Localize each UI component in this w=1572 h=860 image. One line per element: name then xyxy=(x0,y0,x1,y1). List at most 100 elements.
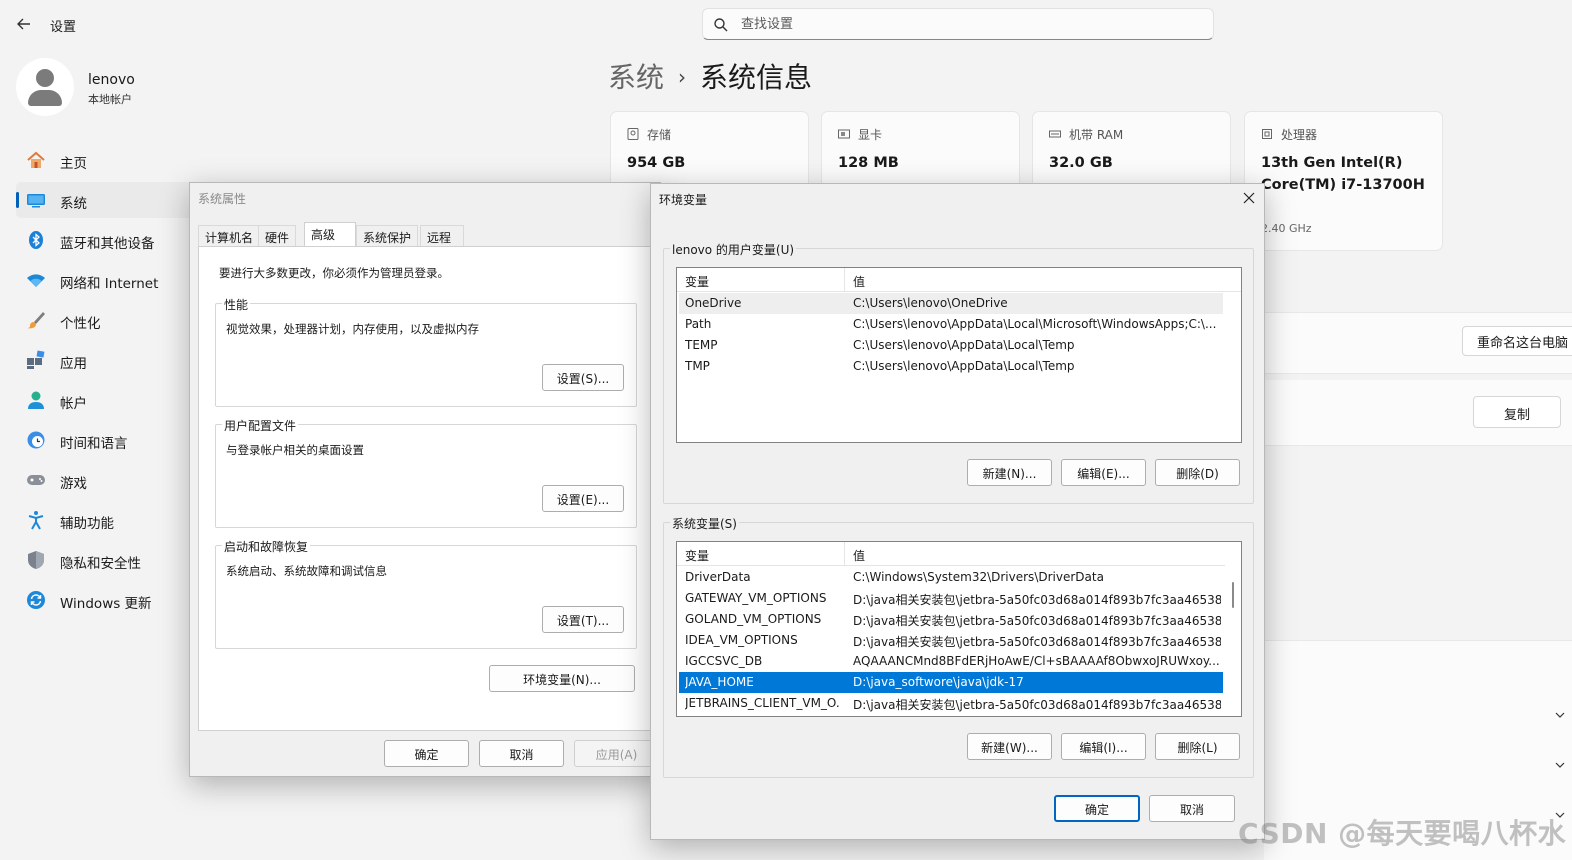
sidebar-item-home[interactable]: 主页 xyxy=(16,142,206,178)
performance-settings-button[interactable]: 设置(S)... xyxy=(542,364,624,391)
variable-name: JAVA_HOME xyxy=(685,675,754,689)
variable-name: TMP xyxy=(685,359,710,373)
sidebar-item-label: 应用 xyxy=(60,356,87,372)
tab-advanced[interactable]: 高级 xyxy=(304,222,356,248)
wifi-icon xyxy=(27,274,45,287)
gamepad-icon xyxy=(27,475,45,485)
group-label: 性能 xyxy=(222,296,251,313)
page-title: 系统信息 xyxy=(700,61,813,94)
spec-sub-value: 2.40 GHz xyxy=(1261,222,1312,235)
watermark-text: CSDN @每天要喝八杯水 xyxy=(1238,817,1567,850)
spec-value: 128 MB xyxy=(838,155,899,171)
cancel-button[interactable]: 取消 xyxy=(1149,795,1235,822)
column-header-value[interactable]: 值 xyxy=(853,547,865,564)
close-icon[interactable] xyxy=(1242,191,1256,205)
environment-variables-button[interactable]: 环境变量(N)... xyxy=(489,665,635,692)
sidebar-item-gaming[interactable]: 游戏 xyxy=(16,462,206,498)
tab-hardware[interactable]: 硬件 xyxy=(258,225,297,247)
list-item[interactable]: DriverData C:\Windows\System32\Drivers\D… xyxy=(679,567,1223,588)
chevron-down-icon[interactable] xyxy=(1554,759,1566,771)
variable-name: OneDrive xyxy=(685,296,742,310)
list-item[interactable]: Path C:\Users\lenovo\AppData\Local\Micro… xyxy=(679,314,1223,335)
brush-icon xyxy=(27,312,45,329)
rename-pc-button[interactable]: 重命名这台电脑 xyxy=(1462,326,1572,356)
list-item[interactable]: JETBRAINS_CLIENT_VM_O... D:\java相关安装包\je… xyxy=(679,693,1223,714)
list-item[interactable]: IDEA_VM_OPTIONS D:\java相关安装包\jetbra-5a50… xyxy=(679,630,1223,651)
group-description: 视觉效果，处理器计划，内存使用，以及虚拟内存 xyxy=(226,322,479,336)
column-header-variable[interactable]: 变量 xyxy=(685,273,709,290)
column-header-variable[interactable]: 变量 xyxy=(685,547,709,564)
ok-button[interactable]: 确定 xyxy=(384,740,469,767)
list-item[interactable]: GOLAND_VM_OPTIONS D:\java相关安装包\jetbra-5a… xyxy=(679,609,1223,630)
search-input[interactable] xyxy=(741,14,1201,34)
update-icon xyxy=(27,591,45,609)
user-new-button[interactable]: 新建(N)... xyxy=(967,459,1052,486)
group-description: 与登录帐户相关的桌面设置 xyxy=(226,443,364,457)
storage-icon xyxy=(627,128,639,140)
system-properties-dialog: 系统属性 计算机名 硬件 高级 系统保护 远程 要进行大多数更改，你必须作为管理… xyxy=(189,182,661,777)
sidebar-item-label: 个性化 xyxy=(60,316,101,332)
list-item-selected[interactable]: JAVA_HOME D:\java_softwore\java\jdk-17 xyxy=(679,672,1223,693)
system-delete-button[interactable]: 删除(L) xyxy=(1155,733,1240,760)
sidebar-item-network[interactable]: 网络和 Internet xyxy=(16,262,206,298)
cpu-icon xyxy=(1262,129,1272,139)
sidebar-nav: 主页 系统 蓝牙和其他设备 网络和 Internet 个性化 应用 帐户 时间和… xyxy=(16,142,206,622)
startup-recovery-settings-button[interactable]: 设置(T)... xyxy=(542,606,624,633)
user-variables-group: lenovo 的用户变量(U) 变量 值 OneDrive C:\Users\l… xyxy=(663,241,1254,504)
tab-remote[interactable]: 远程 xyxy=(420,225,464,247)
sidebar-item-personalization[interactable]: 个性化 xyxy=(16,302,206,338)
system-variables-list[interactable]: 变量 值 DriverData C:\Windows\System32\Driv… xyxy=(676,541,1242,717)
list-item[interactable]: IGCCSVC_DB AQAAANCMnd8BFdERjHoAwE/Cl+sBA… xyxy=(679,651,1223,672)
spec-value: 13th Gen Intel(R) Core(TM) i7-13700H xyxy=(1261,155,1425,193)
sidebar-item-accounts[interactable]: 帐户 xyxy=(16,382,206,418)
search-box[interactable] xyxy=(702,8,1214,40)
back-arrow-icon[interactable] xyxy=(14,14,34,34)
breadcrumb-parent[interactable]: 系统 xyxy=(608,61,664,94)
user-name: lenovo xyxy=(88,72,135,88)
sidebar-item-accessibility[interactable]: 辅助功能 xyxy=(16,502,206,538)
list-item[interactable]: TMP C:\Users\lenovo\AppData\Local\Temp xyxy=(679,356,1223,377)
sidebar-item-label: 游戏 xyxy=(60,476,87,492)
sidebar-item-label: 主页 xyxy=(60,156,87,172)
group-label: 系统变量(S) xyxy=(670,515,739,532)
apply-button[interactable]: 应用(A) xyxy=(574,740,659,767)
sidebar-item-windows-update[interactable]: Windows 更新 xyxy=(16,582,206,618)
variable-value: D:\java相关安装包\jetbra-5a50fc03d68a014f893b… xyxy=(853,635,1221,649)
user-variables-list[interactable]: 变量 值 OneDrive C:\Users\lenovo\OneDrive P… xyxy=(676,267,1242,443)
scrollbar[interactable] xyxy=(1225,542,1241,716)
sidebar-item-privacy[interactable]: 隐私和安全性 xyxy=(16,542,206,578)
variable-value: D:\java_softwore\java\jdk-17 xyxy=(853,675,1024,689)
accessibility-icon xyxy=(28,511,44,530)
spec-label: 存储 xyxy=(647,128,672,142)
system-new-button[interactable]: 新建(W)... xyxy=(967,733,1052,760)
app-title: 设置 xyxy=(50,20,77,35)
copy-button[interactable]: 复制 xyxy=(1473,396,1561,428)
breadcrumb-separator: › xyxy=(678,65,687,89)
list-item[interactable]: TEMP C:\Users\lenovo\AppData\Local\Temp xyxy=(679,335,1223,356)
user-profiles-group: 用户配置文件 与登录帐户相关的桌面设置 设置(E)... xyxy=(215,417,637,528)
home-icon xyxy=(27,151,45,168)
user-edit-button[interactable]: 编辑(E)... xyxy=(1061,459,1146,486)
spec-label: 显卡 xyxy=(858,128,883,142)
search-icon xyxy=(714,18,728,32)
scrollbar-thumb[interactable] xyxy=(1232,582,1234,608)
sidebar-item-bluetooth[interactable]: 蓝牙和其他设备 xyxy=(16,222,206,258)
list-item[interactable]: GATEWAY_VM_OPTIONS D:\java相关安装包\jetbra-5… xyxy=(679,588,1223,609)
system-edit-button[interactable]: 编辑(I)... xyxy=(1061,733,1146,760)
variable-name: TEMP xyxy=(685,338,718,352)
group-label: lenovo 的用户变量(U) xyxy=(670,241,797,258)
list-item[interactable]: OneDrive C:\Users\lenovo\OneDrive xyxy=(679,293,1223,314)
spec-value: 32.0 GB xyxy=(1049,155,1113,171)
chevron-down-icon[interactable] xyxy=(1554,709,1566,721)
tab-system-protection[interactable]: 系统保护 xyxy=(356,225,419,247)
sidebar-item-time-language[interactable]: 时间和语言 xyxy=(16,422,206,458)
column-header-value[interactable]: 值 xyxy=(853,273,865,290)
cancel-button[interactable]: 取消 xyxy=(479,740,564,767)
ok-button[interactable]: 确定 xyxy=(1054,795,1140,822)
user-delete-button[interactable]: 删除(D) xyxy=(1155,459,1240,486)
tab-computer-name[interactable]: 计算机名 xyxy=(198,225,261,247)
sidebar-item-apps[interactable]: 应用 xyxy=(16,342,206,378)
user-profiles-settings-button[interactable]: 设置(E)... xyxy=(542,485,624,512)
sidebar-item-system[interactable]: 系统 xyxy=(16,182,206,218)
startup-recovery-group: 启动和故障恢复 系统启动、系统故障和调试信息 设置(T)... xyxy=(215,538,637,649)
